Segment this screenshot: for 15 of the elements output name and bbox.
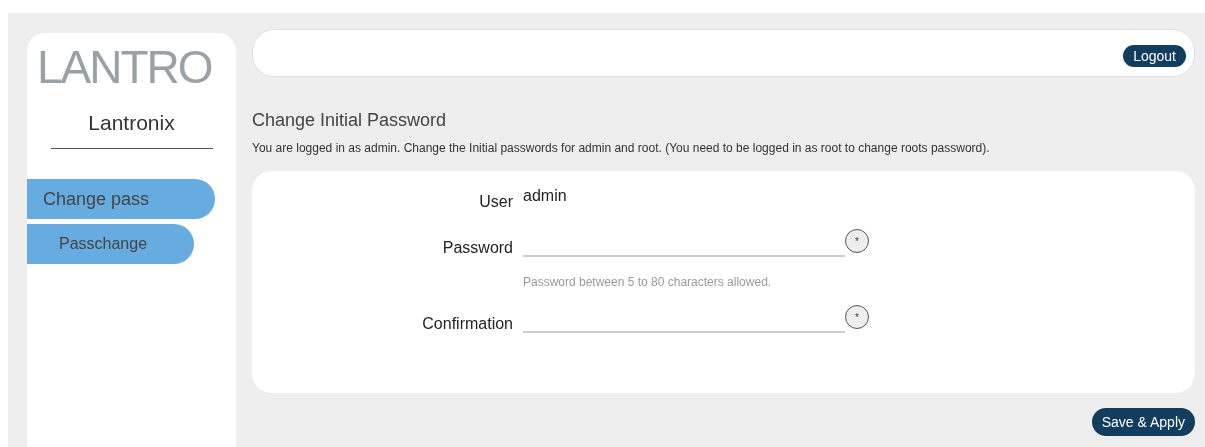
field-label: Confirmation xyxy=(421,315,514,333)
sidebar-title: Lantronix xyxy=(88,111,175,135)
save-apply-button[interactable]: Save & Apply xyxy=(1091,408,1195,436)
menu-item[interactable]: Passchange xyxy=(27,224,194,264)
show-password-button[interactable]: * xyxy=(845,305,869,329)
show-password-button[interactable]: * xyxy=(845,229,869,253)
logo: LANTRO xyxy=(37,40,212,95)
page-title: Change Initial Password xyxy=(252,110,448,131)
logout-button[interactable]: Logout xyxy=(1123,45,1186,67)
page-description: You are logged in as admin. Change the Initial passwords for admin and root. (You need to be logged in as root to change roots password). xyxy=(252,141,991,155)
field-value: admin xyxy=(523,187,567,205)
field-label: Password xyxy=(441,239,514,257)
field-hint: Password between 5 to 80 characters allowed. xyxy=(523,275,772,289)
menu-group[interactable]: Change pass xyxy=(27,179,215,219)
field-label: User xyxy=(478,193,514,211)
